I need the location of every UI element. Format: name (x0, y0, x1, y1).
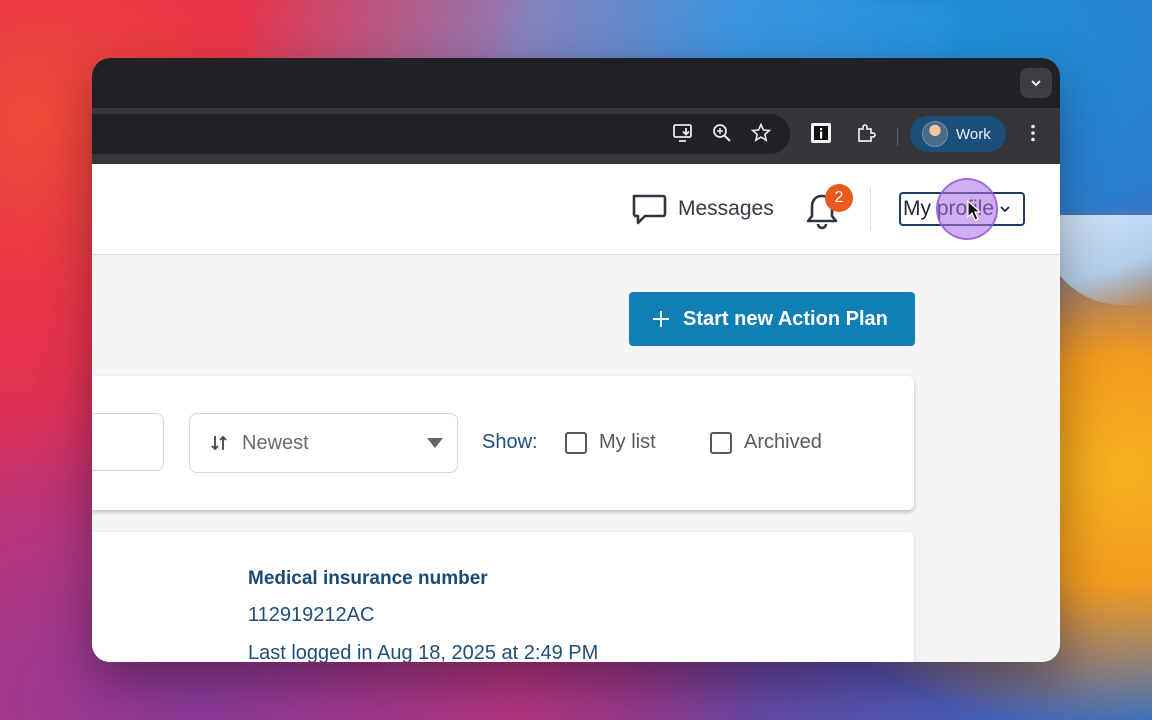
toolbar-separator (897, 128, 898, 146)
show-label: Show: (482, 431, 538, 453)
zoom-icon[interactable] (711, 122, 733, 144)
extension-info-icon[interactable] (810, 122, 832, 144)
my-list-checkbox-item[interactable]: My list (565, 431, 656, 454)
browser-toolbar: Work (92, 108, 1060, 164)
last-logged-text: Last logged in Aug 18, 2025 at 2:49 PM (248, 642, 599, 662)
filter-panel: Newest Show: My list Archived (92, 376, 914, 510)
sort-arrows-icon (211, 435, 227, 451)
web-page: Messages 2 My profile Start new Action P… (92, 164, 1060, 662)
avatar (922, 121, 948, 147)
tab-strip (92, 58, 1060, 108)
browser-profile-chip[interactable]: Work (910, 116, 1006, 152)
messages-label: Messages (678, 197, 774, 220)
messages-link[interactable]: Messages (630, 190, 774, 228)
chevron-down-icon (1031, 80, 1041, 87)
app-header: Messages 2 My profile (92, 164, 1060, 255)
start-new-action-plan-button[interactable]: Start new Action Plan (629, 292, 915, 346)
plus-icon (653, 311, 669, 327)
profile-name: Work (956, 125, 991, 143)
install-app-icon[interactable] (672, 122, 694, 144)
archived-checkbox[interactable] (710, 431, 732, 454)
sort-value: Newest (242, 431, 309, 454)
my-list-checkbox[interactable] (565, 431, 587, 454)
message-bubble-icon (632, 194, 667, 225)
browser-window: Work Messages 2 My profile Sta (92, 58, 1060, 662)
notification-badge: 2 (825, 184, 853, 212)
extensions-puzzle-icon[interactable] (855, 122, 877, 144)
tab-search-button[interactable] (1020, 68, 1052, 98)
mouse-cursor-icon (967, 200, 982, 221)
chevron-down-icon (1000, 206, 1010, 213)
archived-checkbox-item[interactable]: Archived (710, 431, 822, 454)
header-divider (870, 188, 871, 230)
record-card: Medical insurance number 112919212AC Las… (92, 532, 914, 662)
start-plan-label: Start new Action Plan (683, 307, 888, 330)
search-input[interactable] (92, 413, 164, 471)
bookmark-star-icon[interactable] (750, 122, 772, 144)
archived-label: Archived (744, 431, 822, 453)
field-value: 112919212AC (248, 604, 375, 626)
my-list-label: My list (599, 431, 656, 453)
sort-dropdown[interactable]: Newest (189, 413, 458, 473)
more-menu-icon[interactable] (1022, 122, 1044, 144)
field-label: Medical insurance number (248, 568, 488, 589)
caret-down-icon (427, 438, 443, 448)
